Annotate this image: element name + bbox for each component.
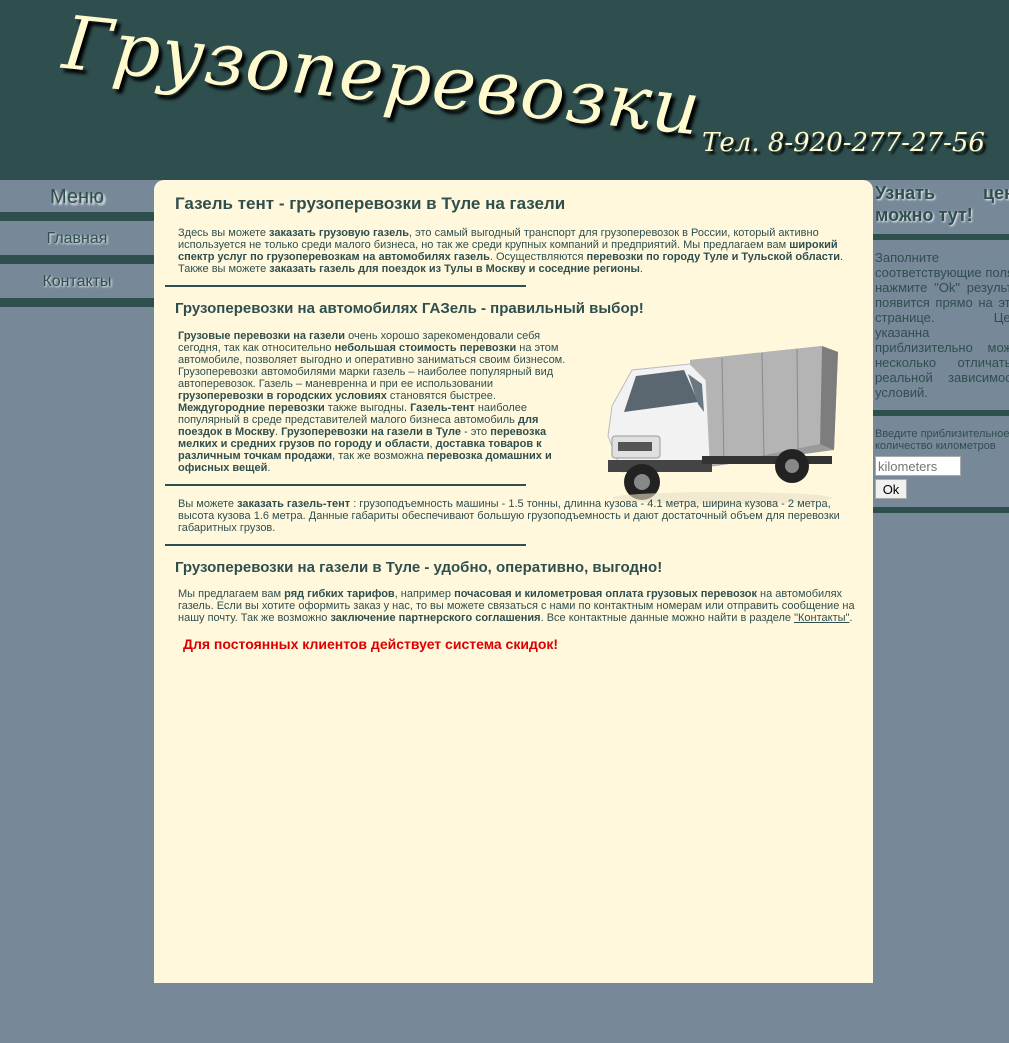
menu-title: Меню bbox=[49, 186, 105, 208]
km-label: Введите приблизительное количество килом… bbox=[875, 428, 1009, 452]
heading-gazel-choice: Грузоперевозки на автомобилях ГАЗель - п… bbox=[175, 300, 644, 317]
menu-divider bbox=[0, 212, 154, 221]
contacts-link[interactable]: "Контакты" bbox=[794, 612, 849, 624]
price-calculator-panel: Узнать цену можно тут! Заполните соответ… bbox=[873, 180, 1009, 513]
section-divider bbox=[165, 544, 526, 546]
main-content: Газель тент - грузоперевозки в Туле на г… bbox=[154, 180, 873, 983]
ok-button[interactable]: Ok bbox=[875, 479, 907, 499]
site-header: Грузоперевозки Тел. 8-920-277-27-56 bbox=[0, 0, 1009, 180]
menu-item-contacts[interactable]: Контакты bbox=[0, 264, 154, 298]
gazelle-truck-image bbox=[607, 346, 838, 504]
menu-divider bbox=[0, 255, 154, 264]
phone-number: Тел. 8-920-277-27-56 bbox=[702, 128, 985, 158]
left-menu: Меню Главная Контакты bbox=[0, 180, 154, 307]
km-input[interactable] bbox=[875, 456, 961, 476]
menu-divider bbox=[0, 298, 154, 307]
menu-item-home[interactable]: Главная bbox=[0, 221, 154, 255]
right-divider bbox=[873, 234, 1009, 240]
heading-gazel-tent: Газель тент - грузоперевозки в Туле на г… bbox=[175, 194, 566, 213]
section-divider bbox=[165, 285, 526, 287]
price-calculator-title: Узнать цену можно тут! bbox=[875, 183, 1009, 225]
tariffs-paragraph: Мы предлагаем вам ряд гибких тарифов, на… bbox=[178, 588, 855, 624]
discount-notice: Для постоянных клиентов действует систем… bbox=[183, 636, 559, 652]
right-divider bbox=[873, 507, 1009, 513]
right-divider bbox=[873, 410, 1009, 416]
intro-paragraph: Здесь вы можете заказать грузовую газель… bbox=[178, 227, 844, 275]
truck-specs-paragraph: Вы можете заказать газель-тент : грузопо… bbox=[178, 498, 840, 534]
site-logo-title: Грузоперевозки bbox=[59, 0, 706, 153]
price-calculator-description: Заполните соответствующие поля и нажмите… bbox=[875, 250, 1009, 400]
heading-tula-gazel: Грузоперевозки на газели в Туле - удобно… bbox=[175, 559, 663, 576]
section-divider bbox=[165, 484, 526, 486]
gazel-advantages-paragraph: Грузовые перевозки на газели очень хорош… bbox=[178, 330, 566, 474]
